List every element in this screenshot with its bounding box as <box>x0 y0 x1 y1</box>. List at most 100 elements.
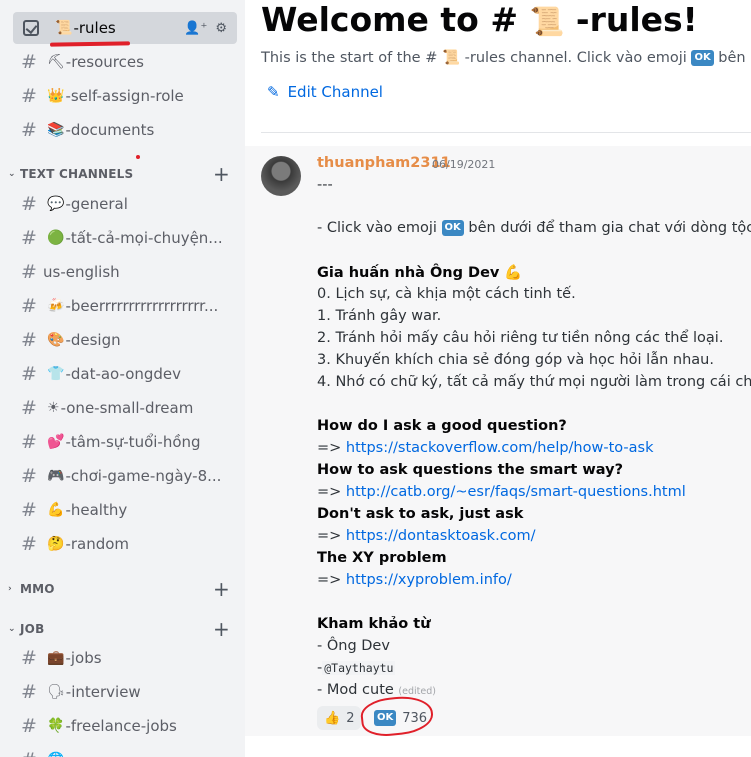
hash-icon: # <box>21 499 37 521</box>
globe-icon: 🌐 <box>47 752 64 757</box>
message-bold-text: How to ask questions the smart way? <box>317 462 624 478</box>
category-mmo[interactable]: › MMO + <box>8 577 238 601</box>
category-job[interactable]: ⌄ JOB + <box>8 617 238 641</box>
add-channel-icon[interactable]: + <box>213 577 230 601</box>
scroll-icon: 📜 <box>441 50 461 66</box>
channel-general[interactable]: # 💬 -general <box>13 188 237 220</box>
category-text-channels[interactable]: ⌄ TEXT CHANNELS + <box>8 162 238 186</box>
channel-one-small-dream[interactable]: # ☀ -one-small-dream <box>13 392 237 424</box>
channel-label: -beerrrrrrrrrrrrrrrrrr... <box>65 297 219 315</box>
message-bold-text: The XY problem <box>317 550 447 566</box>
reference-line: - @Taythaytu <box>317 660 396 676</box>
channel-label: -documents <box>65 121 155 139</box>
channel-label: us-english <box>43 263 120 281</box>
thinking-face-icon: 🤔 <box>47 536 65 552</box>
hash-icon: # <box>21 85 37 107</box>
hash-icon: # <box>21 647 37 669</box>
link-dontasktoask[interactable]: https://dontasktoask.com/ <box>346 528 536 544</box>
hash-icon: # <box>21 363 37 385</box>
channel-tam-su[interactable]: # 💕 -tâm-sự-tuổi-hồng <box>13 426 237 458</box>
edited-tag: (edited) <box>398 686 436 697</box>
channel-jobs[interactable]: # 💼 -jobs <box>13 642 237 674</box>
link-line: => http://catb.org/~esr/faqs/smart-quest… <box>317 484 686 500</box>
reference-line: - Mod cute (edited) <box>317 682 436 698</box>
channel-choi-game[interactable]: # 🎮 -chơi-game-ngày-8... <box>13 460 237 492</box>
avatar[interactable] <box>261 156 301 196</box>
edit-channel-link[interactable]: ✎ Edit Channel <box>267 83 383 101</box>
channel-label: -dat-ao-ongdev <box>65 365 182 383</box>
message-author[interactable]: thuanpham2311 <box>317 155 451 171</box>
link-catb[interactable]: http://catb.org/~esr/faqs/smart-question… <box>346 484 686 500</box>
channel-healthy[interactable]: # 💪 -healthy <box>13 494 237 526</box>
arrow-text: => <box>317 440 342 456</box>
channel-dat-ao-ongdev[interactable]: # 👕 -dat-ao-ongdev <box>13 358 237 390</box>
channel-beer[interactable]: # 🍻 -beerrrrrrrrrrrrrrrrrr... <box>13 290 237 322</box>
link-line: => https://stackoverflow.com/help/how-to… <box>317 440 653 456</box>
channel-label: -one-small-dream <box>60 399 194 417</box>
intro-text: This is the start of the # <box>261 50 438 66</box>
add-member-icon[interactable]: 👤⁺ <box>184 21 207 36</box>
add-channel-icon[interactable]: + <box>213 617 230 641</box>
arrow-text: => <box>317 484 342 500</box>
reaction-count: 2 <box>346 710 355 726</box>
channel-documents[interactable]: # 📚 -documents <box>13 114 237 146</box>
channel-label: -tất-cả-mọi-chuyện... <box>65 229 223 247</box>
hash-icon: # <box>21 119 37 141</box>
message-heading: Gia huấn nhà Ông Dev 💪 <box>317 264 522 281</box>
rule-line: 2. Tránh hỏi mấy câu hỏi riêng tư tiền n… <box>317 330 724 346</box>
message-bold-text: Don't ask to ask, just ask <box>317 506 524 522</box>
channel-interview[interactable]: # 🗣 -interview <box>13 676 237 708</box>
channel-label: -healthy <box>65 501 128 519</box>
rule-line: 1. Tránh gây war. <box>317 308 442 324</box>
channel-label: -self-assign-role <box>65 87 184 105</box>
channel-design[interactable]: # 🎨 -design <box>13 324 237 356</box>
channel-rules[interactable]: 📜 -rules 👤⁺ ⚙ <box>13 12 237 44</box>
rule-line: 3. Khuyến khích chia sẻ đóng góp và học … <box>317 352 714 368</box>
link-xyproblem[interactable]: https://xyproblem.info/ <box>346 572 512 588</box>
hash-icon: # <box>21 193 37 215</box>
hash-icon: # <box>21 715 37 737</box>
speech-bubble-icon: 💬 <box>47 196 65 212</box>
beer-icon: 🍻 <box>47 298 65 314</box>
reaction-thumbs-up[interactable]: 👍 2 <box>317 706 362 730</box>
message-line: --- <box>317 177 333 193</box>
hash-icon: # <box>21 681 37 703</box>
rule-line: 4. Nhớ có chữ ký, tất cả mấy thứ mọi ngư… <box>317 374 751 390</box>
channel-label: -chơi-game-ngày-8... <box>65 467 222 485</box>
category-label: TEXT CHANNELS <box>20 167 134 181</box>
channel-resources[interactable]: # ⛏ -resources <box>13 46 237 78</box>
hash-icon: # <box>21 295 37 317</box>
message-text: - Click vào emoji <box>317 220 437 236</box>
scroll-icon: 📜 <box>55 20 73 36</box>
hash-icon: # <box>21 465 37 487</box>
link-title: How to ask questions the smart way? <box>317 462 623 478</box>
ok-emoji-icon: OK <box>441 220 464 236</box>
link-title: The XY problem <box>317 550 447 566</box>
channel-us-english[interactable]: # us-english <box>13 256 237 288</box>
inline-code: @Taythaytu <box>322 661 396 675</box>
channel-tat-ca[interactable]: # 🟢 -tất-cả-mọi-chuyện... <box>13 222 237 254</box>
muscle-icon: 💪 <box>47 502 65 518</box>
channel-partial[interactable]: # 🌐 <box>13 744 237 757</box>
channel-label: -jobs <box>65 649 102 667</box>
link-stackoverflow[interactable]: https://stackoverflow.com/help/how-to-as… <box>346 440 654 456</box>
chevron-down-icon: ⌄ <box>8 169 16 179</box>
channel-random[interactable]: # 🤔 -random <box>13 528 237 560</box>
welcome-heading: Welcome to # 📜 -rules! <box>261 0 698 39</box>
channel-self-assign-role[interactable]: # 👑 -self-assign-role <box>13 80 237 112</box>
channel-sidebar: 📜 -rules 👤⁺ ⚙ # ⛏ -resources # 👑 -self-a… <box>0 0 245 757</box>
add-channel-icon[interactable]: + <box>213 162 230 186</box>
link-title: How do I ask a good question? <box>317 418 567 434</box>
message-timestamp: 06/19/2021 <box>432 158 496 171</box>
gear-icon[interactable]: ⚙ <box>215 21 227 36</box>
clover-icon: 🍀 <box>47 718 65 734</box>
category-label: MMO <box>20 582 55 596</box>
intro-text: -rules channel. Click vào emoji <box>464 50 687 66</box>
hash-icon: # <box>21 431 37 453</box>
rules-checkbox-icon <box>23 20 39 36</box>
ok-emoji-icon: OK <box>691 50 714 66</box>
muscle-icon: 💪 <box>504 265 523 281</box>
green-circle-icon: 🟢 <box>47 230 65 246</box>
channel-freelance-jobs[interactable]: # 🍀 -freelance-jobs <box>13 710 237 742</box>
channel-intro: This is the start of the # 📜 -rules chan… <box>261 49 751 66</box>
